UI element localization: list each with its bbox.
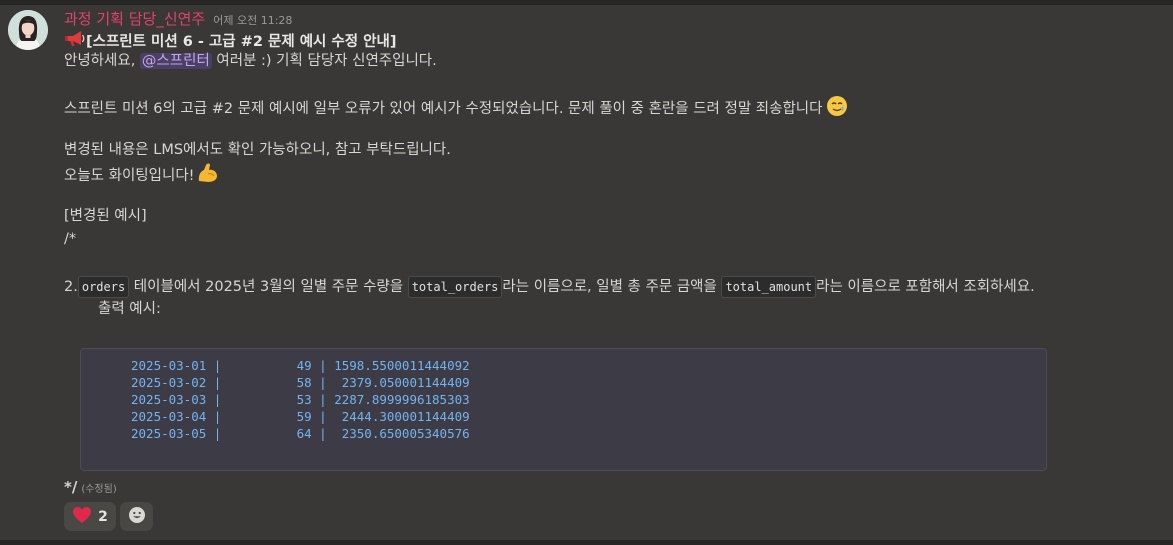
edited-label: (수정됨) (81, 484, 117, 495)
paragraph-2: 변경된 내용은 LMS에서도 확인 가능하오니, 참고 부탁드립니다. (64, 142, 451, 158)
paragraph-3-line: 오늘도 화이팅입니다! (64, 162, 220, 190)
task-line: 2. orders 테이블에서 2025년 3월의 일별 주문 수량을 tota… (64, 276, 1035, 298)
greeting-suffix: 여러분 :) 기획 담당자 신연주입니다. (211, 53, 437, 69)
comment-close: */ (64, 478, 78, 496)
message-title: [스프린트 미션 6 - 고급 #2 문제 예시 수정 안내] (86, 34, 397, 50)
inline-code-total-amount: total_amount (721, 276, 817, 298)
greeting-prefix: 안녕하세요, (64, 53, 140, 69)
smiling-face-with-tear-icon (826, 95, 848, 123)
code-line: 2025-03-02 | 58 | 2379.050001144409 (131, 375, 470, 390)
code-line: 2025-03-04 | 59 | 2444.300001144409 (131, 409, 470, 424)
add-reaction-button[interactable] (120, 502, 153, 531)
changed-example-label: [변경된 예시] (64, 208, 147, 224)
avatar[interactable] (8, 10, 48, 50)
timestamp[interactable]: 어제 오전 11:28 (213, 12, 292, 28)
bottom-edge (0, 540, 1173, 545)
add-reaction-icon (128, 506, 146, 528)
task-text-2: 라는 이름으로, 일별 총 주문 금액을 (502, 279, 722, 295)
heart-reaction-button[interactable]: 2 (64, 502, 116, 531)
paragraph-1-line: 스프린트 미션 6의 고급 #2 문제 예시에 일부 오류가 있어 예시가 수정… (64, 95, 848, 123)
comment-close-line: */ (수정됨) (64, 477, 117, 500)
flexed-biceps-icon (196, 162, 220, 190)
comment-open: /* (64, 231, 77, 247)
heart-reaction-count: 2 (98, 508, 108, 525)
inline-code-orders: orders (77, 276, 130, 298)
inline-code-total-orders: total_orders (407, 276, 503, 298)
code-line: 2025-03-01 | 49 | 1598.5500011444092 (131, 358, 470, 373)
code-line: 2025-03-03 | 53 | 2287.8999996185303 (131, 392, 470, 407)
avatar-image (8, 10, 48, 50)
paragraph-3: 오늘도 화이팅입니다! (64, 168, 195, 184)
paragraph-1: 스프린트 미션 6의 고급 #2 문제 예시에 일부 오류가 있어 예시가 수정… (64, 101, 823, 117)
code-line: 2025-03-05 | 64 | 2350.650005340576 (131, 426, 470, 441)
task-text-3: 라는 이름으로 포함해서 조회하세요. (816, 279, 1035, 295)
top-edge (0, 0, 1173, 5)
code-block[interactable]: 2025-03-01 | 49 | 1598.5500011444092 202… (80, 348, 1047, 471)
task-number: 2. (64, 279, 78, 295)
greeting-line: 안녕하세요, @스프린터 여러분 :) 기획 담당자 신연주입니다. (64, 51, 437, 71)
output-example-label: 출력 예시: (98, 301, 161, 317)
message-header: 과정 기획 담당_신연주 어제 오전 11:28 (64, 8, 292, 28)
task-text-1: 테이블에서 2025년 3월의 일별 주문 수량을 (129, 279, 408, 295)
heart-icon (72, 506, 92, 528)
author-name[interactable]: 과정 기획 담당_신연주 (64, 8, 205, 29)
mention-tag[interactable]: @스프린터 (139, 53, 212, 69)
